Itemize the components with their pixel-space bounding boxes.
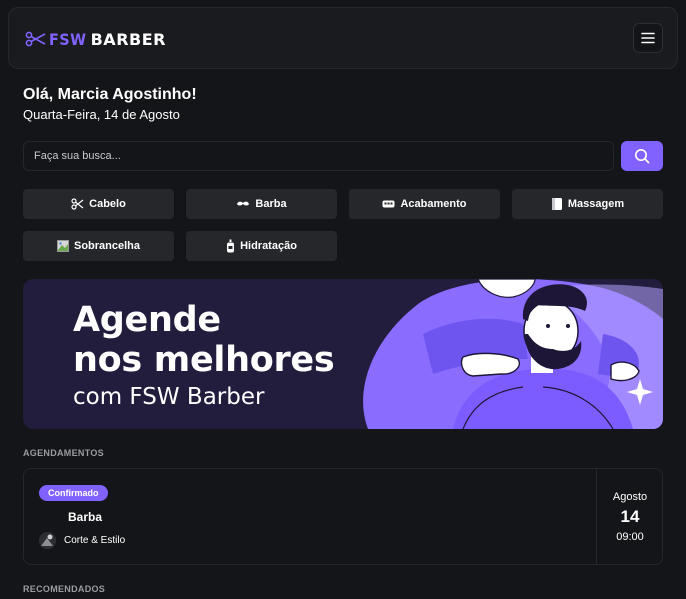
logo[interactable]: FSW BARBER: [25, 29, 166, 49]
barbershop-avatar: [39, 532, 56, 549]
app-header: FSW BARBER: [8, 7, 678, 69]
banner-headline-line2: nos melhores: [73, 340, 335, 380]
category-label: Hidratação: [240, 240, 297, 252]
category-label: Sobrancelha: [73, 240, 141, 252]
booking-time: 09:00: [616, 531, 644, 543]
bookings-section-title: AGENDAMENTOS: [23, 448, 104, 458]
booking-day: 14: [620, 507, 640, 526]
promo-banner[interactable]: Agende nos melhores com FSW Barber: [23, 279, 663, 429]
scissors-logo-icon: [25, 31, 46, 47]
booking-date-column: Agosto 14 09:00: [597, 469, 663, 564]
hamburger-menu-icon: [641, 32, 655, 44]
search-button[interactable]: [621, 141, 663, 171]
towel-icon: [551, 197, 563, 211]
category-label: Barba: [255, 198, 287, 210]
booking-service-name: Barba: [68, 510, 103, 524]
scissors-icon: [71, 198, 84, 210]
razor-icon: [382, 199, 395, 209]
recommended-section-title: RECOMENDADOS: [23, 584, 106, 594]
category-label: Acabamento: [400, 198, 467, 210]
category-hidratacao-button[interactable]: Hidratação: [186, 231, 337, 261]
category-massagem-button[interactable]: Massagem: [512, 189, 663, 219]
menu-button[interactable]: [633, 23, 663, 53]
banner-headline-line1: Agende: [73, 300, 221, 340]
greeting: Olá, Marcia Agostinho!: [23, 86, 197, 103]
category-cabelo-button[interactable]: Cabelo: [23, 189, 174, 219]
category-label: Cabelo: [89, 198, 126, 210]
logo-barber-text: BARBER: [90, 29, 166, 49]
search-input[interactable]: [23, 141, 614, 171]
search-icon: [634, 148, 650, 164]
logo-fsw-text: FSW: [49, 29, 87, 49]
booking-month: Agosto: [612, 491, 648, 503]
broken-image-icon: [56, 240, 69, 252]
category-label: Massagem: [567, 198, 625, 210]
bottle-icon: [226, 239, 235, 253]
barbershop-name: Corte & Estilo: [64, 535, 126, 546]
current-date: Quarta-Feira, 14 de Agosto: [23, 107, 180, 122]
mustache-icon: [236, 200, 250, 208]
category-acabamento-button[interactable]: Acabamento: [349, 189, 500, 219]
banner-subline: com FSW Barber: [73, 384, 265, 410]
category-barba-button[interactable]: Barba: [186, 189, 337, 219]
category-sobrancelha-button[interactable]: Sobrancelha: [23, 231, 174, 261]
status-badge: Confirmado: [39, 485, 108, 501]
booking-card[interactable]: Confirmado Barba Corte & Estilo Agosto 1…: [23, 468, 663, 565]
